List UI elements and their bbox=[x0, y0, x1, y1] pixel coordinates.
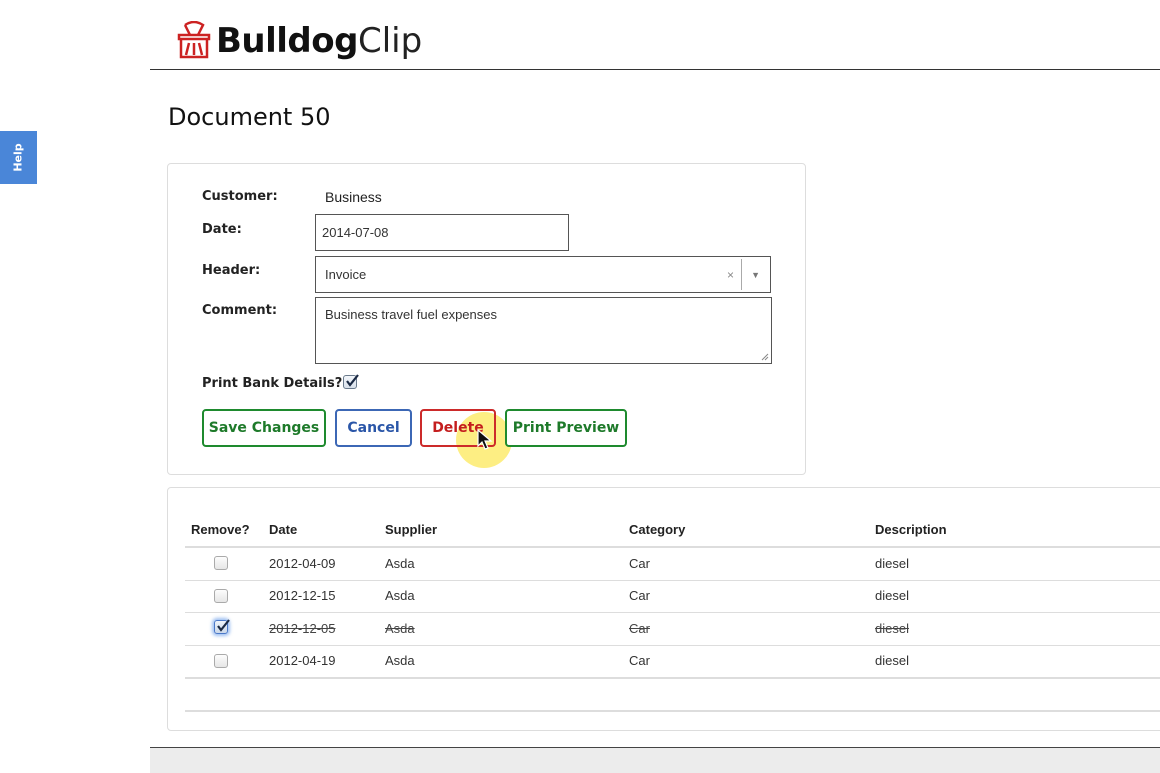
row-category: Car bbox=[629, 621, 650, 636]
column-header-date: Date bbox=[269, 522, 298, 537]
row-supplier: Asda bbox=[385, 588, 415, 603]
header-select[interactable]: Invoice × ▼ bbox=[315, 256, 771, 293]
column-header-supplier: Supplier bbox=[385, 522, 438, 537]
row-supplier: Asda bbox=[385, 556, 415, 571]
column-header-category: Category bbox=[629, 522, 686, 537]
save-changes-button[interactable]: Save Changes bbox=[202, 409, 326, 447]
date-label: Date: bbox=[202, 222, 242, 237]
row-date: 2012-12-05 bbox=[269, 621, 336, 636]
comment-label: Comment: bbox=[202, 303, 278, 318]
table-footer-divider bbox=[185, 677, 1160, 679]
row-divider bbox=[185, 612, 1160, 613]
brand-logo[interactable]: Bulldog Clip bbox=[176, 18, 422, 64]
print-preview-button[interactable]: Print Preview bbox=[505, 409, 627, 447]
date-field[interactable]: 2014-07-08 bbox=[315, 214, 569, 251]
brand-name-bold: Bulldog bbox=[216, 21, 358, 61]
header-label: Header: bbox=[202, 263, 261, 278]
column-header-description: Description bbox=[875, 522, 947, 537]
row-remove-checkbox[interactable] bbox=[214, 654, 228, 668]
select-divider bbox=[741, 259, 742, 290]
row-remove-checkbox[interactable] bbox=[214, 589, 228, 603]
clear-icon[interactable]: × bbox=[727, 257, 734, 292]
row-supplier: Asda bbox=[385, 653, 415, 668]
table-header-divider bbox=[185, 546, 1160, 548]
print-bank-details-label: Print Bank Details? bbox=[202, 376, 343, 391]
header-divider bbox=[150, 69, 1160, 70]
mouse-cursor-icon bbox=[477, 428, 493, 450]
customer-value: Business bbox=[325, 189, 382, 205]
row-category: Car bbox=[629, 653, 650, 668]
row-divider bbox=[185, 645, 1160, 646]
help-tab[interactable]: Help bbox=[0, 131, 37, 184]
row-description: diesel bbox=[875, 556, 909, 571]
checkmark-icon bbox=[217, 619, 230, 632]
page-title: Document 50 bbox=[168, 103, 331, 131]
row-category: Car bbox=[629, 556, 650, 571]
row-remove-checkbox-checked[interactable] bbox=[214, 619, 230, 634]
row-description: diesel bbox=[875, 653, 909, 668]
chevron-down-icon[interactable]: ▼ bbox=[751, 257, 760, 292]
checkmark-icon bbox=[346, 374, 359, 387]
row-date: 2012-04-09 bbox=[269, 556, 336, 571]
row-description: diesel bbox=[875, 621, 909, 636]
header-select-value: Invoice bbox=[325, 267, 367, 282]
table-bottom-divider bbox=[185, 710, 1160, 712]
footer-bar bbox=[150, 748, 1160, 773]
row-description: diesel bbox=[875, 588, 909, 603]
resize-grip-icon[interactable] bbox=[761, 353, 769, 361]
row-remove-checkbox[interactable] bbox=[214, 556, 228, 570]
row-date: 2012-12-15 bbox=[269, 588, 336, 603]
row-date: 2012-04-19 bbox=[269, 653, 336, 668]
row-category: Car bbox=[629, 588, 650, 603]
brand-name-light: Clip bbox=[357, 21, 423, 61]
bulldog-clip-icon bbox=[177, 21, 211, 59]
date-field-value: 2014-07-08 bbox=[322, 225, 389, 240]
print-bank-details-checkbox[interactable] bbox=[343, 374, 359, 389]
row-supplier: Asda bbox=[385, 621, 415, 636]
comment-textarea[interactable]: Business travel fuel expenses bbox=[315, 297, 772, 364]
row-divider bbox=[185, 580, 1160, 581]
customer-label: Customer: bbox=[202, 189, 278, 204]
comment-textarea-value: Business travel fuel expenses bbox=[325, 307, 497, 322]
cancel-button[interactable]: Cancel bbox=[335, 409, 412, 447]
help-tab-label: Help bbox=[12, 143, 25, 172]
column-header-remove: Remove? bbox=[191, 522, 250, 537]
